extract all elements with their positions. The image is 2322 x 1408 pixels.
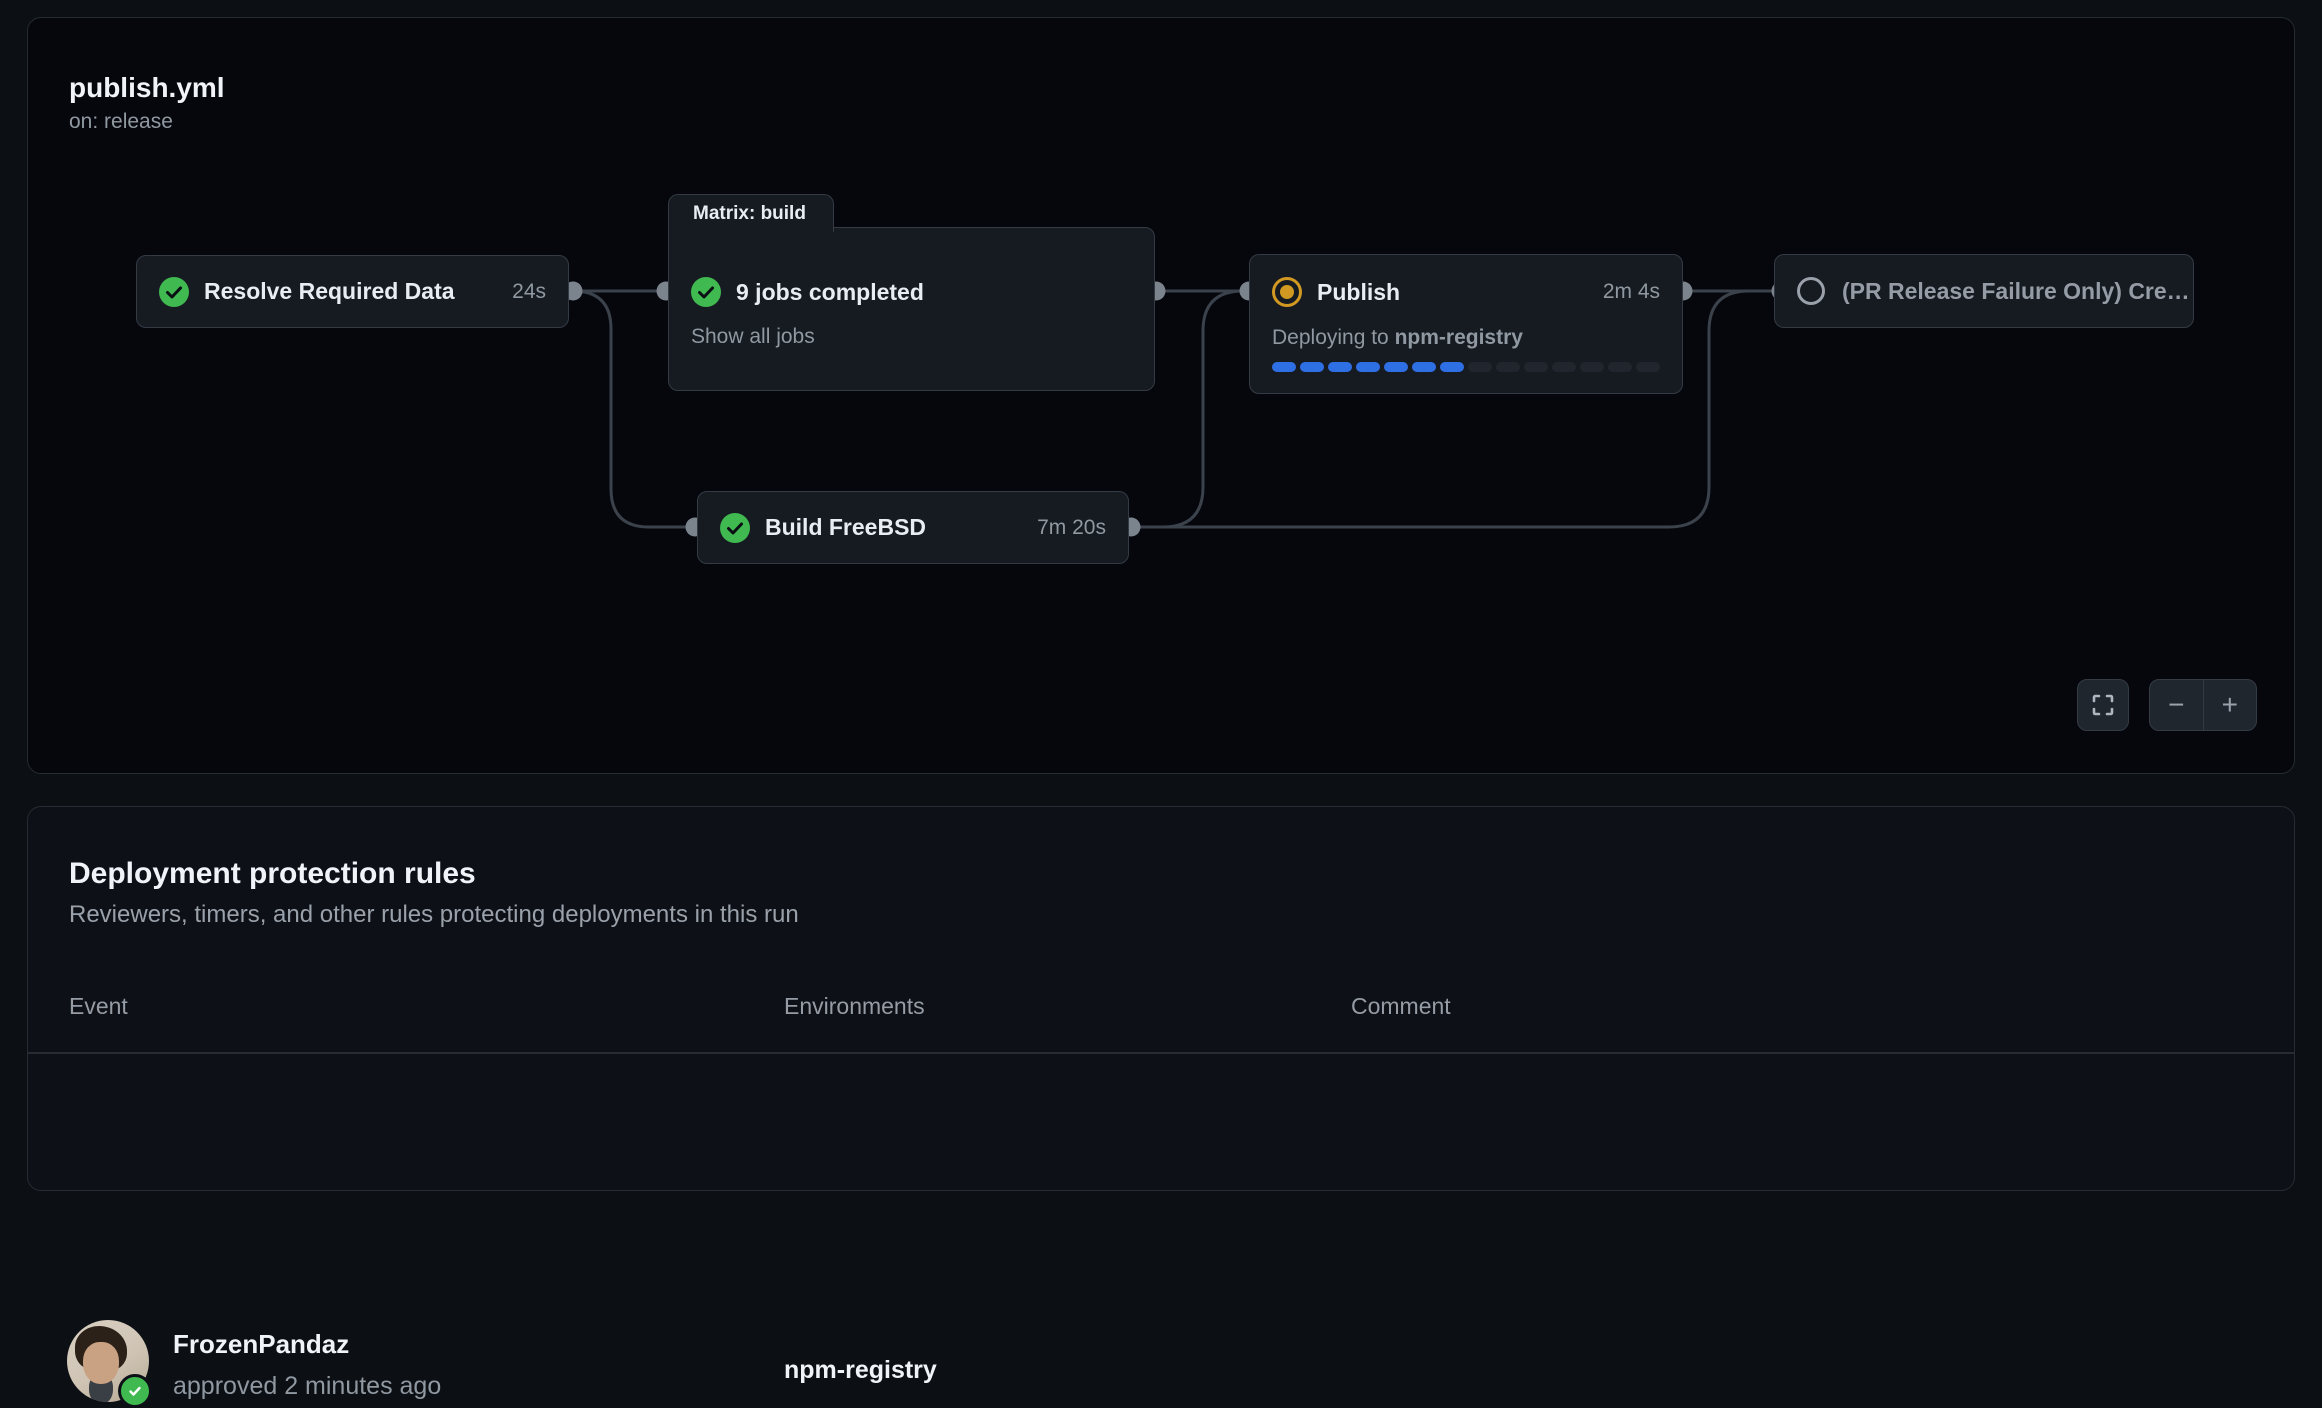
environment-name: npm-registry	[784, 1356, 937, 1385]
rules-subtitle: Reviewers, timers, and other rules prote…	[69, 899, 2294, 931]
progress-segment	[1384, 362, 1408, 372]
matrix-group: Matrix: build 9 jobs completed Show all …	[668, 194, 1155, 391]
progress-segment	[1300, 362, 1324, 372]
fullscreen-button[interactable]	[2077, 679, 2129, 731]
job-label: Publish	[1317, 279, 1400, 306]
progress-segment	[1580, 362, 1604, 372]
success-check-icon	[159, 277, 189, 307]
column-header-event: Event	[69, 993, 128, 1020]
job-duration: 2m 4s	[1603, 280, 1660, 304]
job-node-matrix-build[interactable]: 9 jobs completed Show all jobs	[668, 227, 1155, 391]
workflow-trigger: on: release	[69, 108, 2294, 136]
zoom-in-icon: +	[2222, 689, 2238, 721]
show-all-jobs-link[interactable]: Show all jobs	[691, 323, 815, 351]
job-duration: 24s	[512, 280, 546, 304]
deploy-prefix: Deploying to	[1272, 326, 1395, 349]
success-check-icon	[691, 277, 721, 307]
job-label: Build FreeBSD	[765, 514, 926, 541]
table-row: FrozenPandaz approved 2 minutes ago npm-…	[28, 1054, 2294, 1191]
progress-segment	[1356, 362, 1380, 372]
rules-title: Deployment protection rules	[69, 855, 2294, 893]
progress-segment	[1440, 362, 1464, 372]
in-progress-icon	[1272, 277, 1302, 307]
rules-header: Deployment protection rules Reviewers, t…	[28, 807, 2294, 931]
zoom-in-button[interactable]: +	[2204, 680, 2257, 730]
deploy-target: npm-registry	[1395, 326, 1523, 349]
job-node-resolve-required-data[interactable]: Resolve Required Data 24s	[136, 255, 569, 328]
approved-badge-icon	[118, 1374, 152, 1408]
job-duration: 7m 20s	[1037, 516, 1106, 540]
deploy-progress	[1272, 362, 1660, 372]
job-label: 9 jobs completed	[736, 279, 924, 306]
column-header-environments: Environments	[784, 993, 925, 1020]
progress-segment	[1524, 362, 1548, 372]
job-node-pr-release-failure[interactable]: (PR Release Failure Only) Cre…	[1774, 254, 2194, 328]
approver-username: FrozenPandaz	[173, 1329, 349, 1360]
job-label: Resolve Required Data	[204, 278, 455, 305]
progress-segment	[1636, 362, 1660, 372]
zoom-control-group: − +	[2149, 679, 2257, 731]
fullscreen-icon	[2091, 693, 2115, 717]
job-label: (PR Release Failure Only) Cre…	[1842, 278, 2190, 305]
job-node-publish[interactable]: Publish 2m 4s Deploying to npm-registry	[1249, 254, 1683, 394]
job-node-build-freebsd[interactable]: Build FreeBSD 7m 20s	[697, 491, 1129, 564]
progress-segment	[1328, 362, 1352, 372]
matrix-tab: Matrix: build	[668, 194, 834, 232]
zoom-out-icon: −	[2168, 689, 2184, 721]
matrix-tab-label: Matrix: build	[693, 203, 806, 225]
progress-segment	[1608, 362, 1632, 372]
progress-segment	[1552, 362, 1576, 372]
column-header-comment: Comment	[1351, 993, 1451, 1020]
progress-segment	[1412, 362, 1436, 372]
progress-segment	[1496, 362, 1520, 372]
progress-segment	[1468, 362, 1492, 372]
approval-status-text: approved 2 minutes ago	[173, 1372, 441, 1401]
workflow-title: publish.yml	[69, 70, 2294, 106]
progress-segment	[1272, 362, 1296, 372]
deploy-status-text: Deploying to npm-registry	[1272, 325, 1660, 351]
zoom-out-button[interactable]: −	[2150, 680, 2204, 730]
success-check-icon	[720, 513, 750, 543]
workflow-header: publish.yml on: release	[28, 18, 2294, 136]
pending-circle-icon	[1797, 277, 1825, 305]
deployment-protection-panel: Deployment protection rules Reviewers, t…	[27, 806, 2295, 1191]
workflow-graph-panel: publish.yml on: release Resolve Required…	[27, 17, 2295, 774]
